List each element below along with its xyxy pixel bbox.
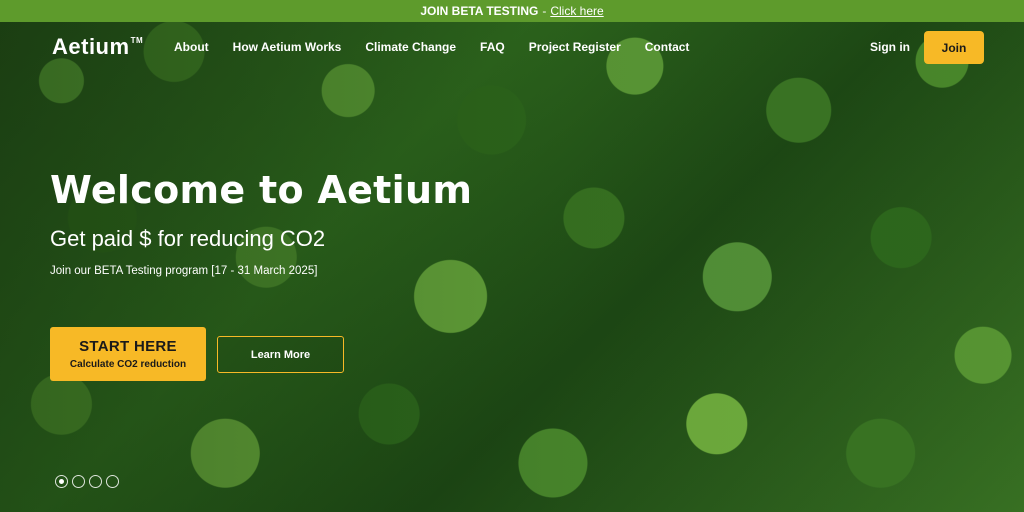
slide-dot-1-icon[interactable] xyxy=(55,475,68,488)
nav-link-faq[interactable]: FAQ xyxy=(480,40,505,54)
nav-link-about[interactable]: About xyxy=(174,40,209,54)
slide-dot-4-icon[interactable] xyxy=(106,475,119,488)
nav-link-contact[interactable]: Contact xyxy=(645,40,690,54)
nav-link-climate-change[interactable]: Climate Change xyxy=(365,40,456,54)
hero-subtitle: Get paid $ for reducing CO2 xyxy=(50,226,326,251)
start-here-sublabel: Calculate CO2 reduction xyxy=(69,359,187,370)
join-button[interactable]: Join xyxy=(924,31,984,64)
beta-banner-link[interactable]: Click here xyxy=(550,4,603,18)
main-navigation: AetiumTM About How Aetium Works Climate … xyxy=(0,22,1024,74)
beta-banner-separator: - xyxy=(542,4,547,18)
start-here-button[interactable]: START HERE Calculate CO2 reduction xyxy=(50,327,206,381)
page: JOIN BETA TESTING - Click here AetiumTM … xyxy=(0,0,1024,512)
start-here-label: START HERE xyxy=(79,338,177,355)
learn-more-button[interactable]: Learn More xyxy=(217,336,344,373)
slide-dot-3-icon[interactable] xyxy=(89,475,102,488)
beta-banner: JOIN BETA TESTING - Click here xyxy=(0,0,1024,22)
logo[interactable]: AetiumTM xyxy=(52,34,143,60)
nav-link-project-register[interactable]: Project Register xyxy=(529,40,621,54)
logo-trademark: TM xyxy=(130,36,144,45)
slide-dot-2-icon[interactable] xyxy=(72,475,85,488)
hero-beta-note: Join our BETA Testing program [17 - 31 M… xyxy=(50,265,318,277)
hero-title: Welcome to Aetium xyxy=(50,168,473,212)
logo-text: Aetium xyxy=(52,34,130,59)
beta-banner-text: JOIN BETA TESTING xyxy=(420,4,539,18)
sign-in-link[interactable]: Sign in xyxy=(870,40,910,54)
slider-dots xyxy=(55,475,119,488)
nav-link-how-aetium-works[interactable]: How Aetium Works xyxy=(233,40,342,54)
nav-links: About How Aetium Works Climate Change FA… xyxy=(174,40,713,54)
